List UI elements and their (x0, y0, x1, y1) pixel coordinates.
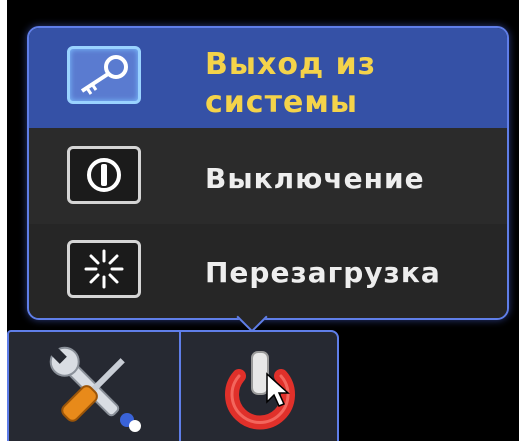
menu-item-restart[interactable]: Перезагрузка (29, 224, 507, 318)
power-off-icon (67, 146, 141, 204)
key-icon (67, 46, 141, 104)
taskbar (7, 330, 339, 441)
menu-item-restart-label: Перезагрузка (205, 256, 441, 289)
power-button[interactable] (179, 332, 339, 441)
menu-item-logout[interactable]: Выход из системы (29, 28, 507, 128)
tools-icon (48, 345, 141, 432)
screen: Выход из системы Выключение Перезагрузка (7, 0, 519, 441)
logout-label-line1: Выход из (205, 47, 377, 82)
restart-icon (67, 240, 141, 298)
power-button-icon (225, 351, 295, 430)
menu-item-shutdown[interactable]: Выключение (29, 128, 507, 224)
logout-label-line2: системы (205, 85, 358, 120)
menu-item-shutdown-label: Выключение (205, 162, 425, 195)
menu-item-logout-label: Выход из системы (205, 46, 376, 122)
tools-button[interactable] (9, 332, 177, 441)
power-menu-popup: Выход из системы Выключение Перезагрузка (27, 26, 509, 320)
